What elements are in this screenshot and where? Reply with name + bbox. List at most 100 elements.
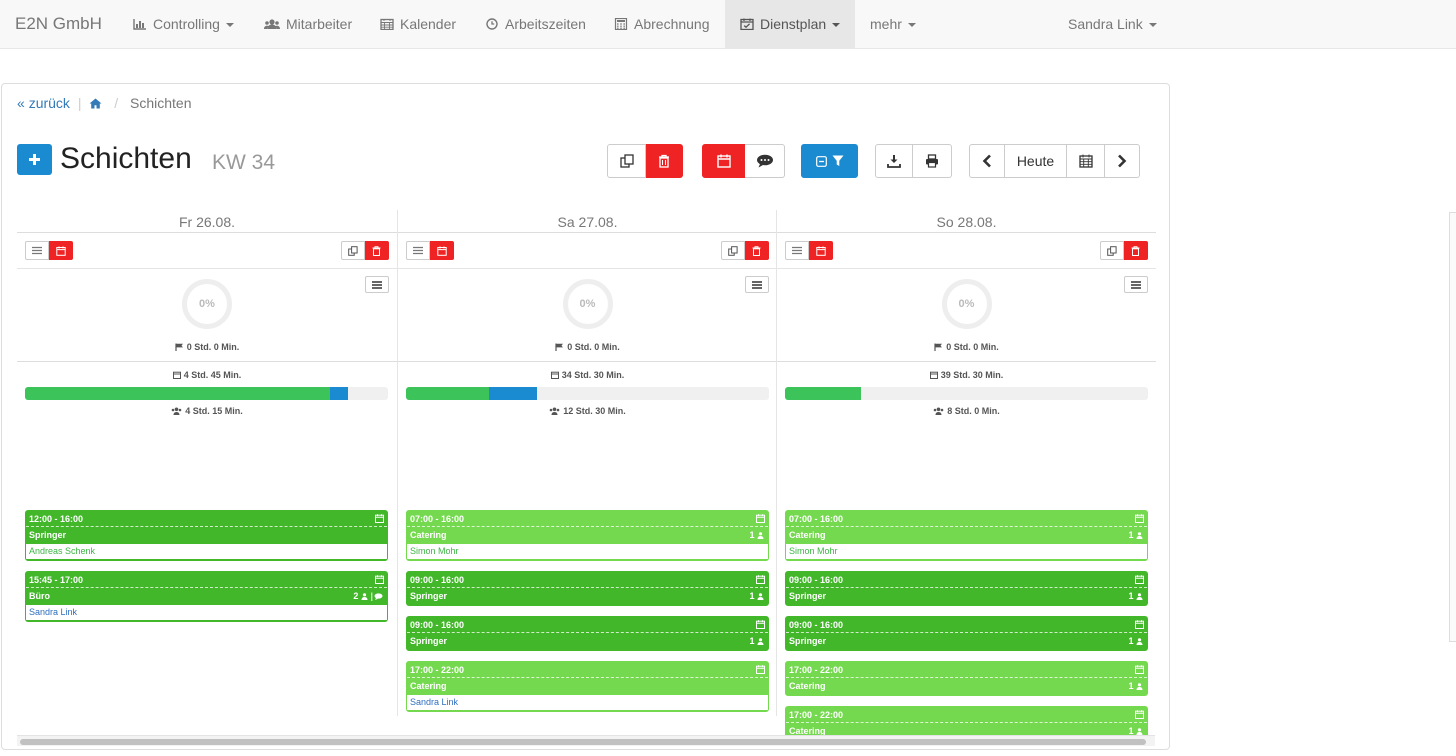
day-menu-button[interactable] — [365, 276, 389, 293]
shift-time: 17:00 - 22:00 — [786, 662, 1147, 678]
shift-time: 12:00 - 16:00 — [26, 511, 387, 527]
plus-icon — [29, 154, 40, 165]
home-link[interactable] — [89, 95, 106, 111]
shift-assigned-person[interactable]: Simon Mohr — [407, 544, 768, 559]
day-calendar-button[interactable] — [430, 241, 454, 260]
comments-button[interactable] — [745, 144, 785, 178]
scrollbar-thumb[interactable] — [20, 739, 1146, 745]
shift-card[interactable]: 09:00 - 16:00 Springer 1 — [406, 571, 769, 606]
shift-card[interactable]: 09:00 - 16:00 Springer 1 — [785, 616, 1148, 651]
shift-card[interactable]: 07:00 - 16:00 Catering 1 Simon Mohr — [785, 510, 1148, 561]
calendar-view-button[interactable] — [702, 144, 745, 178]
horizontal-scrollbar[interactable] — [17, 735, 1155, 746]
copy-day-button[interactable] — [341, 241, 365, 260]
shift-assigned-person[interactable]: Sandra Link — [407, 695, 768, 710]
calendar-icon[interactable] — [756, 620, 765, 629]
staffing-progress-bar — [785, 387, 1148, 400]
calendar-icon — [716, 154, 731, 168]
day-column: So 28.08. 0% 0 Std. 0 Min. 39 Std. 30 Mi… — [776, 210, 1156, 741]
flag-time-value: 0 Std. 0 Min. — [186, 342, 240, 352]
shift-card[interactable]: 09:00 - 16:00 Springer 1 — [785, 571, 1148, 606]
shift-role-value: Springer — [789, 591, 827, 601]
day-header: So 28.08. — [777, 210, 1156, 233]
calendar-icon[interactable] — [375, 575, 384, 584]
nav-controlling[interactable]: Controlling — [133, 0, 234, 48]
user-icon — [757, 593, 764, 600]
staffing-progress-bar — [406, 387, 769, 400]
calendar-icon[interactable] — [756, 575, 765, 584]
delete-day-button[interactable] — [1124, 241, 1148, 260]
shift-time: 07:00 - 16:00 — [786, 511, 1147, 527]
day-header: Sa 27.08. — [398, 210, 777, 233]
calendar-icon[interactable] — [1135, 710, 1144, 719]
shift-card[interactable]: 09:00 - 16:00 Springer 1 — [406, 616, 769, 651]
copy-day-button[interactable] — [1100, 241, 1124, 260]
nav-label: Dienstplan — [760, 16, 827, 32]
calendar-icon[interactable] — [1135, 575, 1144, 584]
shift-role: Catering — [407, 678, 768, 695]
shift-card[interactable]: 07:00 - 16:00 Catering 1 Simon Mohr — [406, 510, 769, 561]
calendar-icon[interactable] — [756, 665, 765, 674]
shift-assigned-person[interactable]: Andreas Schenk — [26, 544, 387, 559]
list-view-button[interactable] — [785, 241, 809, 260]
copy-week-button[interactable] — [607, 144, 646, 178]
user-menu[interactable]: Sandra Link — [1068, 0, 1157, 48]
trash-icon — [659, 154, 669, 168]
list-view-button[interactable] — [25, 241, 49, 260]
prev-week-button[interactable] — [969, 144, 1005, 178]
progress-blue — [489, 387, 537, 400]
shift-card[interactable]: 17:00 - 22:00 Catering 1 — [785, 661, 1148, 696]
download-button[interactable] — [875, 144, 913, 178]
shift-role: Springer 1 — [786, 588, 1147, 605]
shift-count: 1 — [1128, 636, 1134, 646]
day-menu-button[interactable] — [1124, 276, 1148, 293]
shift-count: 1 — [1128, 681, 1134, 691]
today-button[interactable]: Heute — [1005, 144, 1067, 178]
calendar-icon[interactable] — [1135, 514, 1144, 523]
calendar-icon[interactable] — [1135, 665, 1144, 674]
nav-kalender[interactable]: Kalender — [380, 0, 456, 48]
shift-role-value: Springer — [410, 591, 448, 601]
shift-capacity: 1 — [749, 633, 764, 650]
calendar-icon[interactable] — [756, 514, 765, 523]
copy-icon — [1107, 245, 1117, 256]
caret-down-icon — [1148, 23, 1157, 27]
user-icon — [1136, 683, 1143, 690]
list-view-button[interactable] — [406, 241, 430, 260]
shift-assigned-person[interactable]: Simon Mohr — [786, 544, 1147, 559]
calendar-icon — [436, 246, 447, 256]
delete-week-button[interactable] — [646, 144, 683, 178]
shift-card[interactable]: 12:00 - 16:00 Springer Andreas Schenk — [25, 510, 388, 561]
add-shift-button[interactable] — [17, 144, 52, 175]
day-calendar-button[interactable] — [809, 241, 833, 260]
coverage-percent: 0% — [579, 298, 596, 310]
delete-day-button[interactable] — [745, 241, 769, 260]
nav-abrechnung[interactable]: Abrechnung — [614, 0, 710, 48]
back-link[interactable]: « zurück — [17, 95, 70, 111]
nav-arbeitszeiten[interactable]: Arbeitszeiten — [485, 0, 586, 48]
trash-icon — [752, 245, 761, 256]
breadcrumb: « zurück | / Schichten — [17, 95, 192, 111]
day-stats: 0% 0 Std. 0 Min. — [777, 269, 1156, 362]
next-week-button[interactable] — [1105, 144, 1140, 178]
print-button[interactable] — [913, 144, 952, 178]
calendar-icon[interactable] — [1135, 620, 1144, 629]
date-picker-button[interactable] — [1067, 144, 1105, 178]
calendar-icon[interactable] — [375, 514, 384, 523]
shift-assigned-person[interactable]: Sandra Link — [26, 605, 387, 620]
day-menu-button[interactable] — [745, 276, 769, 293]
delete-day-button[interactable] — [365, 241, 389, 260]
day-toolbar — [17, 233, 397, 269]
nav-mitarbeiter[interactable]: Mitarbeiter — [264, 0, 352, 48]
copy-day-button[interactable] — [721, 241, 745, 260]
nav-mehr[interactable]: mehr — [870, 0, 916, 48]
day-calendar-button[interactable] — [49, 241, 73, 260]
flag-time-value: 0 Std. 0 Min. — [567, 342, 620, 352]
shift-capacity: 1 — [749, 527, 764, 544]
shift-time-value: 15:45 - 17:00 — [29, 575, 84, 585]
filter-button[interactable] — [801, 144, 858, 178]
brand-logo[interactable]: E2N GmbH — [15, 14, 102, 34]
shift-card[interactable]: 15:45 - 17:00 Büro 2 | Sandra Link — [25, 571, 388, 622]
nav-dienstplan[interactable]: Dienstplan — [725, 0, 855, 48]
shift-card[interactable]: 17:00 - 22:00 Catering Sandra Link — [406, 661, 769, 712]
